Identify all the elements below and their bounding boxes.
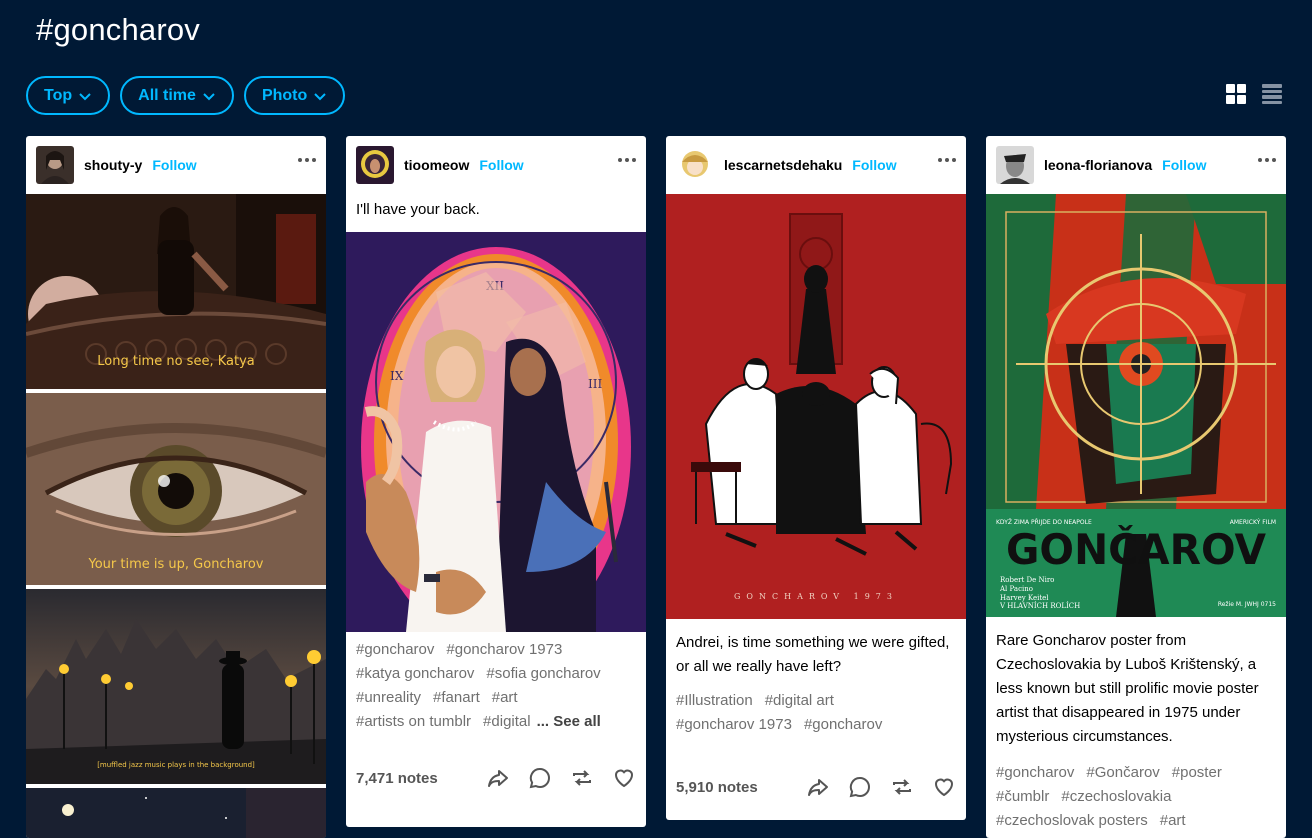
post-card: lescarnetsdehaku Follow GONCHAROV 1973 A… [666, 136, 966, 820]
image-caption-text: GONCHAROV 1973 [734, 592, 898, 601]
post-card: tioomeow Follow I'll have your back. XII… [346, 136, 646, 827]
filter-time-button[interactable]: All time [120, 76, 234, 115]
avatar[interactable] [356, 146, 394, 184]
page-title: #goncharov [36, 12, 201, 47]
subtitle-text: Your time is up, Goncharov [88, 557, 264, 572]
filter-type-button[interactable]: Photo [243, 76, 346, 115]
post-image[interactable]: Long time no see, Katya [26, 194, 326, 389]
post-header: leona-florianova Follow [986, 136, 1286, 194]
tag-link[interactable]: #Illustration [676, 692, 753, 709]
post-caption: Rare Goncharov poster from Czechoslovaki… [996, 632, 1259, 745]
more-options-icon[interactable] [1258, 158, 1276, 162]
tag-link[interactable]: #katya goncharov [356, 665, 474, 682]
see-all-link[interactable]: ... See all [537, 713, 601, 730]
poster-cast: Al Pacino [999, 585, 1033, 593]
tag-link[interactable]: #Gončarov [1086, 764, 1159, 781]
chevron-down-icon [203, 92, 215, 100]
post-header: shouty-y Follow [26, 136, 326, 194]
chevron-down-icon [314, 92, 326, 100]
reply-icon[interactable] [848, 775, 872, 799]
poster-title: GONČAROV [1006, 524, 1266, 574]
tag-link[interactable]: #fanart [433, 689, 480, 706]
tag-list: #goncharov #goncharov 1973 #katya gonchar… [346, 632, 646, 734]
post-header: lescarnetsdehaku Follow [666, 136, 966, 194]
share-icon[interactable] [486, 766, 510, 790]
tag-link[interactable]: #czechoslovak posters [996, 812, 1148, 829]
follow-button[interactable]: Follow [479, 157, 523, 173]
blog-name[interactable]: shouty-y [84, 157, 142, 173]
reblog-icon[interactable] [570, 766, 594, 790]
poster-cast: Robert De Niro [1000, 576, 1054, 584]
chevron-down-icon [79, 92, 91, 100]
reblog-icon[interactable] [890, 775, 914, 799]
svg-text:III: III [588, 377, 602, 391]
subtitle-text: [muffled jazz music plays in the backgro… [97, 761, 255, 769]
tag-link[interactable]: #digital [483, 713, 531, 730]
post-card: leona-florianova Follow KDYŽ ZIMA PŘIJDE… [986, 136, 1286, 838]
grid-view-icon[interactable] [1226, 84, 1246, 104]
tag-link[interactable]: #unreality [356, 689, 421, 706]
blog-name[interactable]: leona-florianova [1044, 157, 1152, 173]
filter-time-label: All time [138, 86, 196, 104]
avatar[interactable] [676, 146, 714, 184]
tag-link[interactable]: #art [1160, 812, 1186, 829]
post-actions [806, 775, 956, 799]
post-footer: 7,471 notes [346, 766, 646, 790]
avatar[interactable] [36, 146, 74, 184]
share-icon[interactable] [806, 775, 830, 799]
tag-link[interactable]: #poster [1172, 764, 1222, 781]
tag-link[interactable]: #goncharov [356, 641, 434, 658]
post-actions [486, 766, 636, 790]
svg-text:IX: IX [390, 369, 404, 383]
post-image[interactable] [26, 788, 326, 838]
post-image[interactable]: KDYŽ ZIMA PŘIJDE DO NEAPOLE AMERICKÝ FIL… [986, 194, 1286, 617]
tag-link[interactable]: #čumblr [996, 788, 1049, 805]
filter-bar: Top All time Photo [26, 76, 346, 115]
view-toggle [1226, 84, 1282, 104]
post-image[interactable]: [muffled jazz music plays in the backgro… [26, 589, 326, 784]
tag-list: #goncharov #Gončarov #poster #čumblr #czech… [986, 759, 1286, 833]
filter-sort-button[interactable]: Top [26, 76, 111, 115]
tag-link[interactable]: #goncharov 1973 [676, 716, 792, 733]
tag-link[interactable]: #artists on tumblr [356, 713, 471, 730]
tag-link[interactable]: #sofia goncharov [486, 665, 600, 682]
follow-button[interactable]: Follow [152, 157, 196, 173]
post-image[interactable]: GONCHAROV 1973 [666, 194, 966, 619]
poster-director: Režie M. JWHJ 0715 [1218, 601, 1276, 608]
filter-sort-label: Top [44, 86, 73, 104]
post-caption: I'll have your back. [356, 201, 480, 218]
notes-count[interactable]: 7,471 notes [356, 770, 438, 787]
filter-type-label: Photo [261, 86, 308, 104]
poster-cast: V HLAVNÍCH ROLÍCH [999, 601, 1080, 610]
subtitle-text: Long time no see, Katya [97, 354, 255, 369]
post-card: shouty-y Follow Long time no see, Katya [26, 136, 326, 838]
post-footer: 5,910 notes [666, 775, 966, 799]
tag-link[interactable]: #czechoslovakia [1061, 788, 1171, 805]
tag-link[interactable]: #art [492, 689, 518, 706]
tag-list: #Illustration #digital art #goncharov 197… [666, 689, 966, 737]
more-options-icon[interactable] [298, 158, 316, 162]
tag-link[interactable]: #goncharov [996, 764, 1074, 781]
post-caption: Andrei, is time something we were gifted… [676, 634, 950, 675]
poster-cast: Harvey Keitel [1000, 594, 1049, 602]
tag-link[interactable]: #digital art [765, 692, 834, 709]
follow-button[interactable]: Follow [1162, 157, 1206, 173]
like-icon[interactable] [932, 775, 956, 799]
reply-icon[interactable] [528, 766, 552, 790]
follow-button[interactable]: Follow [852, 157, 896, 173]
post-image[interactable]: XII IX III [346, 232, 646, 632]
more-options-icon[interactable] [618, 158, 636, 162]
tag-link[interactable]: #goncharov [804, 716, 882, 733]
post-header: tioomeow Follow [346, 136, 646, 194]
more-options-icon[interactable] [938, 158, 956, 162]
tag-link[interactable]: #goncharov 1973 [446, 641, 562, 658]
blog-name[interactable]: tioomeow [404, 157, 469, 173]
blog-name[interactable]: lescarnetsdehaku [724, 157, 842, 173]
post-image[interactable]: Your time is up, Goncharov [26, 393, 326, 585]
notes-count[interactable]: 5,910 notes [676, 779, 758, 796]
avatar[interactable] [996, 146, 1034, 184]
like-icon[interactable] [612, 766, 636, 790]
list-view-icon[interactable] [1262, 84, 1282, 104]
